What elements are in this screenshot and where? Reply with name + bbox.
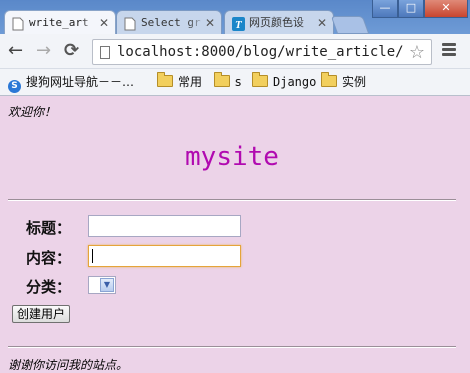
folder-icon bbox=[157, 72, 173, 87]
bookmarks-bar: S 搜狗网址导航－－… 常用 s Django 实例 bbox=[0, 69, 470, 96]
folder-icon bbox=[214, 72, 230, 87]
tab-title: write_art bbox=[29, 16, 89, 29]
text-caret bbox=[92, 249, 93, 263]
bookmark-label: 实例 bbox=[342, 75, 367, 89]
reload-button[interactable]: ⟳ bbox=[64, 42, 79, 60]
page-content: 欢迎你！ mysite 标题： 内容： 分类： ▼ 创建用户 谢谢你访问我的站点… bbox=[0, 96, 470, 372]
divider bbox=[8, 346, 456, 348]
minimize-button[interactable]: — bbox=[372, 0, 398, 18]
bookmark-sogou[interactable]: S 搜狗网址导航－－… bbox=[8, 74, 134, 93]
bookmark-folder-s[interactable]: s bbox=[214, 72, 242, 90]
new-tab-button[interactable] bbox=[330, 16, 370, 34]
t-logo-icon: T bbox=[232, 16, 245, 31]
page-icon bbox=[100, 46, 110, 59]
page-icon bbox=[12, 16, 24, 31]
url-text[interactable]: localhost:8000/blog/write_article/ bbox=[117, 44, 404, 60]
tab-write-article[interactable]: write_art ✕ bbox=[4, 10, 116, 34]
close-tab-icon[interactable]: ✕ bbox=[205, 11, 215, 34]
tab-select[interactable]: Select gr ✕ bbox=[116, 10, 222, 34]
site-title: mysite bbox=[185, 142, 279, 172]
welcome-text: 欢迎你！ bbox=[8, 105, 57, 119]
browser-toolbar: ← → ⟳ localhost:8000/blog/write_article/… bbox=[0, 34, 470, 69]
forward-button[interactable]: → bbox=[36, 42, 51, 60]
create-user-button[interactable]: 创建用户 bbox=[12, 305, 71, 323]
folder-icon bbox=[252, 72, 268, 87]
browser-chrome: write_art ✕ Select gr ✕ T 网页颜色设 ✕ — □ ✕ … bbox=[0, 0, 470, 96]
bookmark-label: Django bbox=[273, 75, 317, 89]
close-window-button[interactable]: ✕ bbox=[424, 0, 468, 18]
close-tab-icon[interactable]: ✕ bbox=[99, 11, 109, 34]
address-bar[interactable]: localhost:8000/blog/write_article/ ☆ bbox=[92, 39, 432, 65]
bookmark-label: 搜狗网址导航－－… bbox=[26, 75, 135, 89]
menu-icon[interactable] bbox=[442, 43, 456, 58]
folder-icon bbox=[321, 72, 337, 87]
bookmark-label: 常用 bbox=[178, 75, 203, 89]
bookmark-label: s bbox=[235, 75, 242, 89]
bookmark-folder-changyong[interactable]: 常用 bbox=[157, 72, 203, 90]
back-button[interactable]: ← bbox=[8, 42, 23, 60]
tab-strip: write_art ✕ Select gr ✕ T 网页颜色设 ✕ — □ ✕ bbox=[0, 0, 470, 34]
divider bbox=[8, 199, 456, 201]
title-input[interactable] bbox=[88, 215, 241, 237]
tab-web-colors[interactable]: T 网页颜色设 ✕ bbox=[224, 10, 334, 34]
content-input[interactable] bbox=[88, 245, 241, 267]
category-label: 分类： bbox=[26, 278, 72, 296]
sogou-icon: S bbox=[8, 80, 21, 93]
bookmark-folder-shili[interactable]: 实例 bbox=[321, 72, 367, 90]
content-label: 内容： bbox=[26, 249, 72, 267]
category-select[interactable]: ▼ bbox=[88, 276, 116, 294]
title-label: 标题： bbox=[26, 219, 72, 237]
chevron-down-icon[interactable]: ▼ bbox=[100, 278, 114, 292]
footer-text: 谢谢你访问我的站点。 bbox=[8, 358, 129, 372]
close-tab-icon[interactable]: ✕ bbox=[317, 11, 327, 34]
restore-button[interactable]: □ bbox=[398, 0, 424, 18]
page-icon bbox=[124, 16, 136, 31]
bookmark-folder-django[interactable]: Django bbox=[252, 72, 317, 90]
tab-title: 网页颜色设 bbox=[249, 16, 304, 29]
bookmark-star-icon[interactable]: ☆ bbox=[409, 42, 425, 63]
